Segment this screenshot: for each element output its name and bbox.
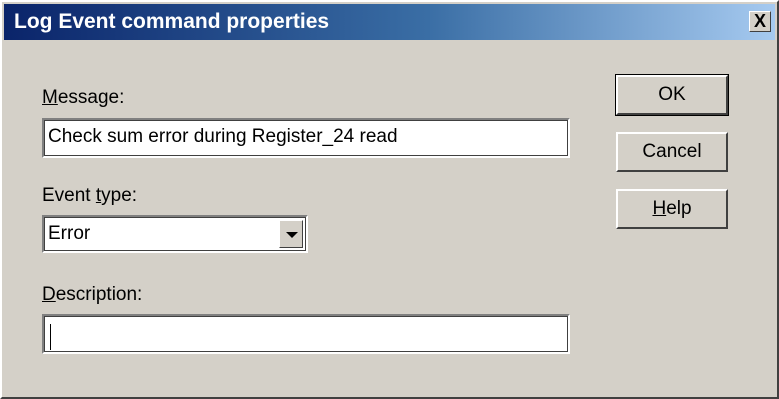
text-caret bbox=[50, 324, 51, 350]
ok-button[interactable]: OK bbox=[615, 74, 729, 116]
ok-button-label: OK bbox=[658, 84, 686, 105]
description-input[interactable] bbox=[42, 314, 570, 354]
help-button-label: elp bbox=[666, 198, 692, 219]
title-bar[interactable]: Log Event command properties X bbox=[4, 4, 775, 40]
event-type-label: Event type: bbox=[42, 185, 137, 207]
message-input-value: Check sum error during Register_24 read bbox=[48, 126, 398, 147]
message-label-access-key: M bbox=[42, 87, 58, 108]
close-button[interactable]: X bbox=[749, 11, 771, 32]
window-title: Log Event command properties bbox=[14, 10, 330, 33]
description-label-access-key: D bbox=[42, 284, 56, 305]
event-type-select[interactable]: Error bbox=[42, 215, 308, 253]
message-input[interactable]: Check sum error during Register_24 read bbox=[42, 118, 570, 158]
dropdown-button[interactable] bbox=[279, 220, 303, 248]
description-label: Description: bbox=[42, 284, 142, 306]
close-icon: X bbox=[753, 11, 766, 31]
cancel-button[interactable]: Cancel bbox=[616, 132, 728, 172]
message-label: Message: bbox=[42, 87, 124, 109]
help-button-access-key: H bbox=[652, 198, 667, 219]
event-type-selected-value: Error bbox=[48, 223, 91, 244]
cancel-button-label: Cancel bbox=[642, 141, 702, 162]
description-label-text: escription: bbox=[55, 284, 143, 305]
message-label-text: essage: bbox=[57, 87, 125, 108]
event-type-label-text: ype: bbox=[101, 185, 138, 206]
event-type-label-prefix: Event bbox=[42, 185, 96, 206]
dialog-window: Log Event command properties X Message: … bbox=[0, 0, 779, 399]
help-button[interactable]: Help bbox=[616, 189, 728, 229]
chevron-down-icon bbox=[286, 232, 298, 238]
